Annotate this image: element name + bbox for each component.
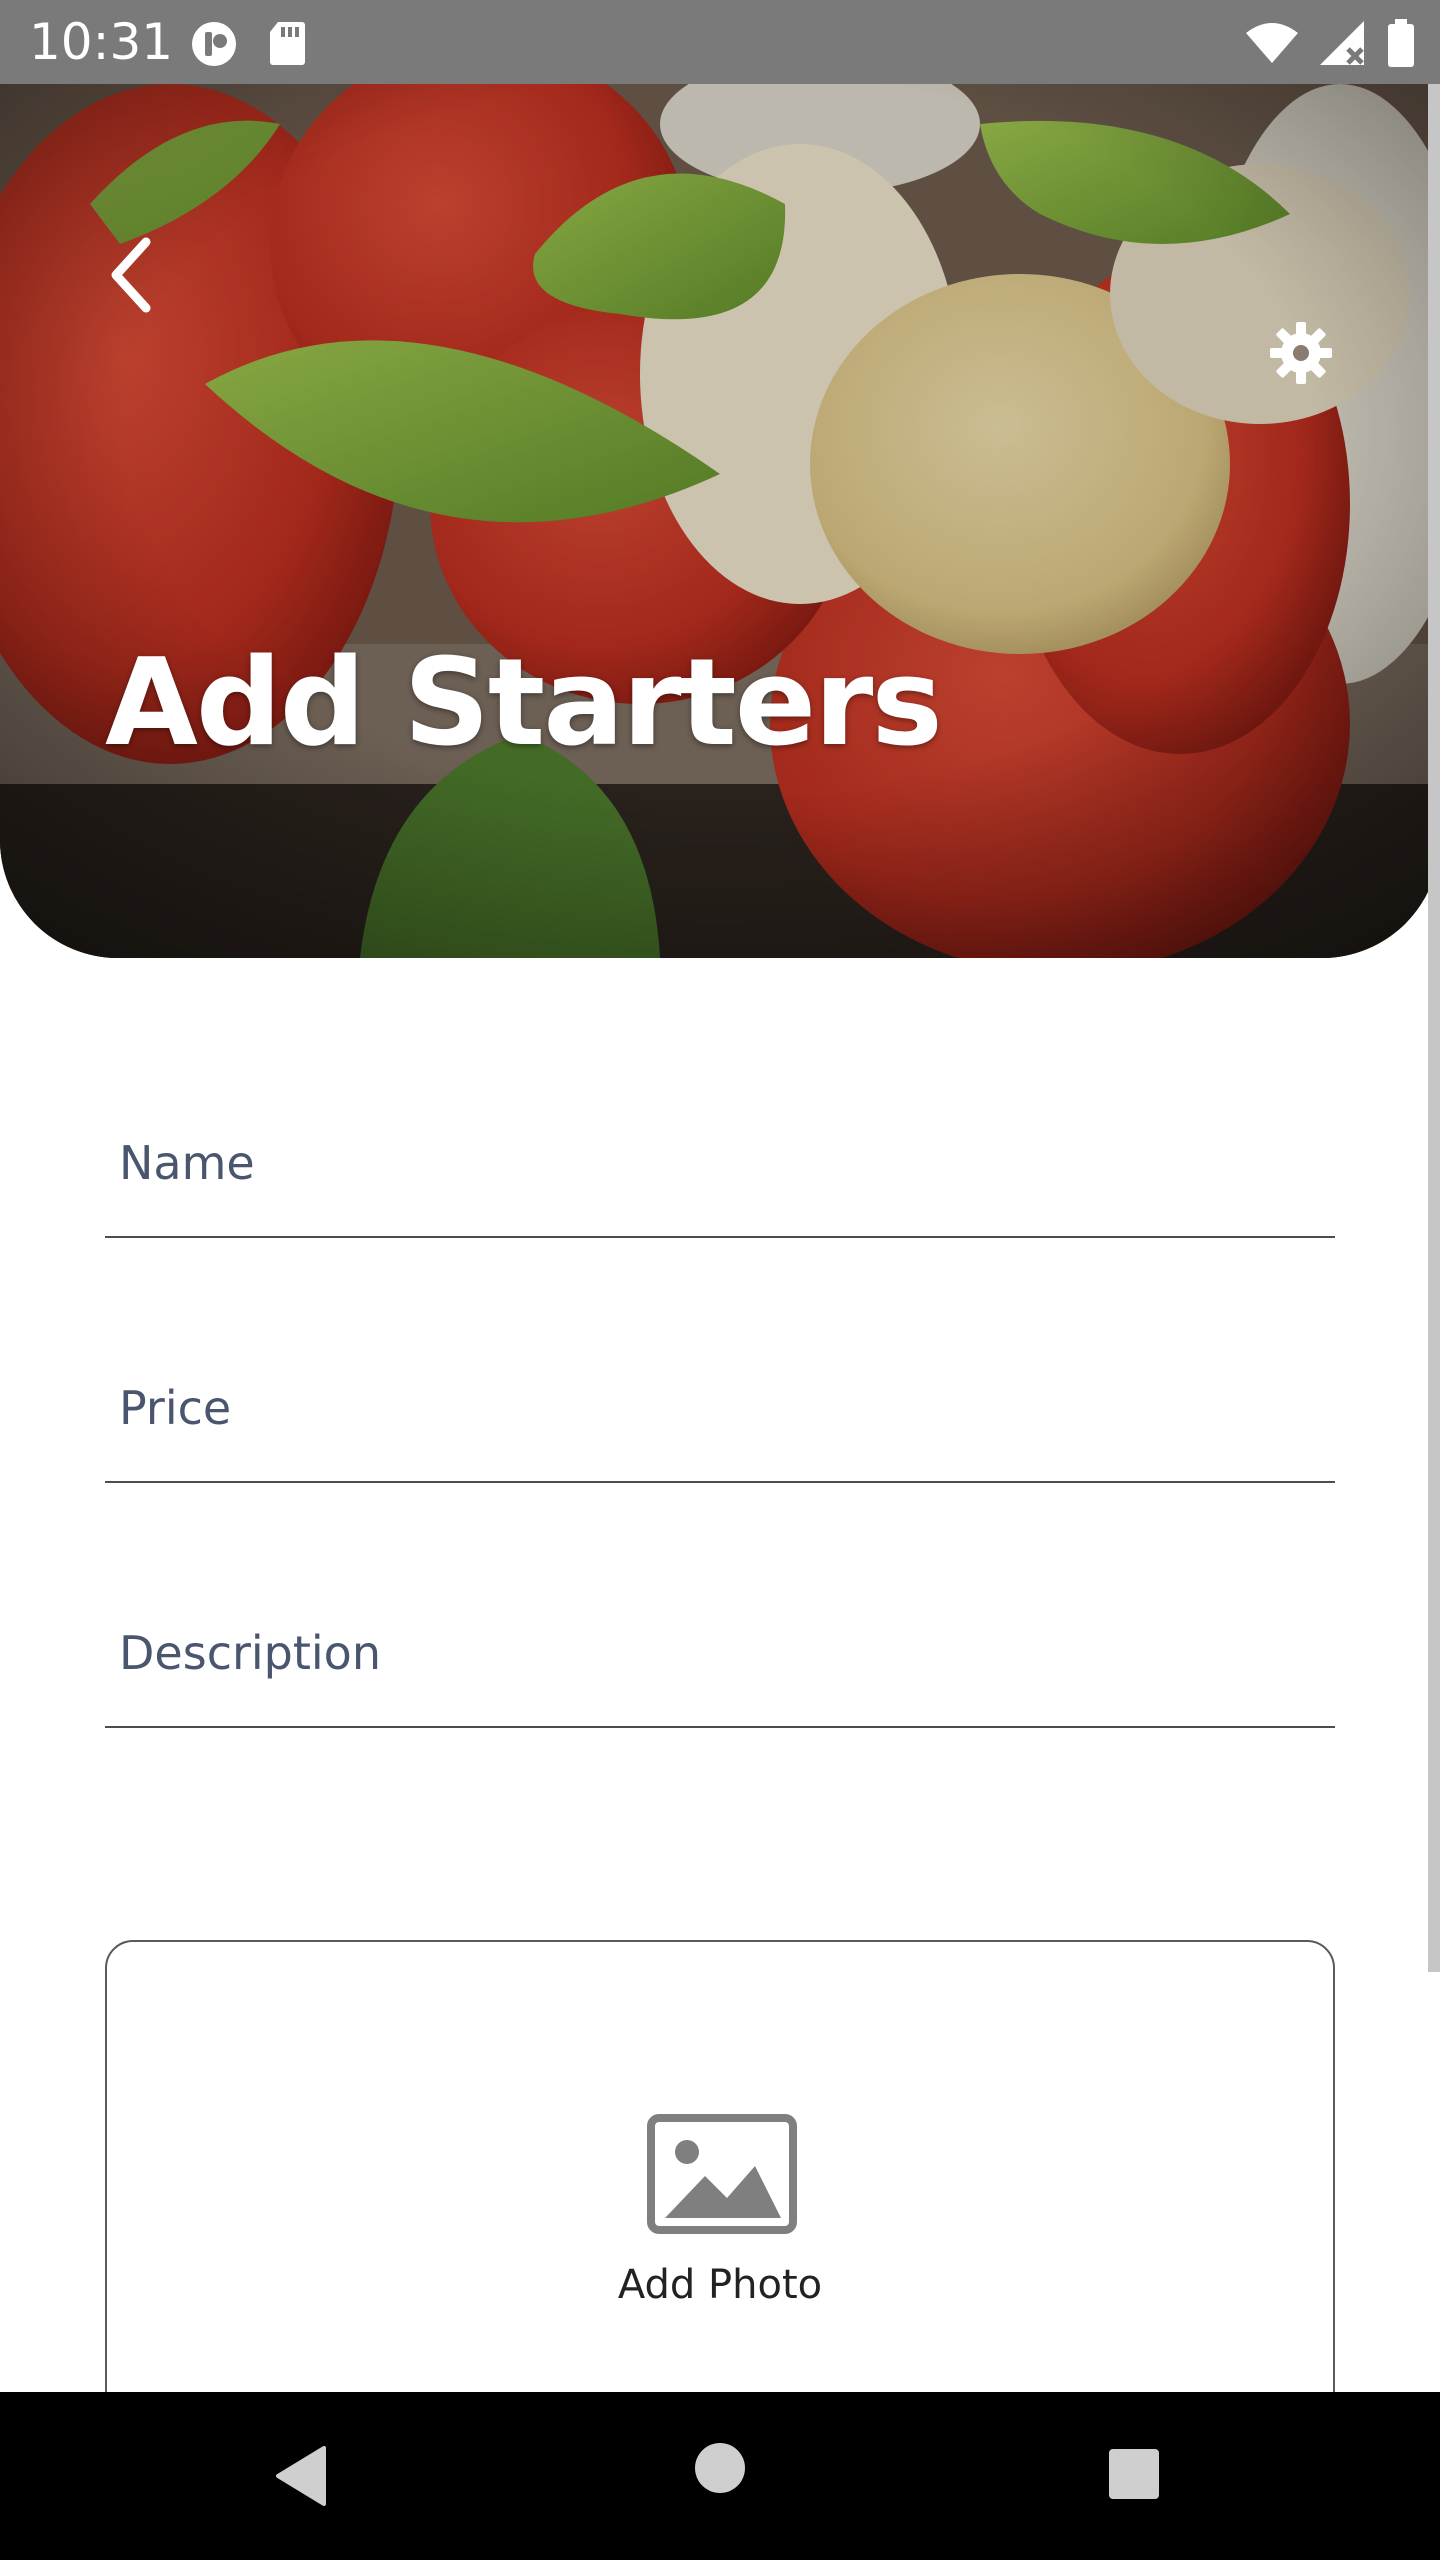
chevron-left-icon: [111, 237, 151, 313]
description-field-container: [105, 1598, 1335, 1728]
price-field-container: [105, 1353, 1335, 1483]
description-input[interactable]: [119, 1618, 1319, 1688]
wifi-icon: [1246, 23, 1298, 63]
image-icon: [647, 2114, 797, 2234]
settings-button[interactable]: [1268, 320, 1334, 386]
signal-icon: [1320, 21, 1364, 65]
status-left-icons: [188, 20, 306, 68]
name-input[interactable]: [119, 1128, 1319, 1198]
gear-icon: [1270, 322, 1332, 384]
hero-food-image: [0, 84, 1440, 958]
header-hero: Add Starters: [0, 84, 1440, 958]
battery-icon: [1388, 19, 1414, 67]
back-button[interactable]: [96, 220, 176, 330]
nav-back-button[interactable]: [272, 2444, 332, 2508]
status-time: 10:31: [29, 13, 174, 71]
price-input[interactable]: [119, 1373, 1319, 1443]
nav-home-button[interactable]: [694, 2442, 746, 2494]
navigation-bar: [0, 2392, 1440, 2560]
status-bar: 10:31: [0, 0, 1440, 84]
recents-square-icon: [1109, 2449, 1159, 2499]
name-field-container: [105, 1108, 1335, 1238]
back-triangle-icon: [276, 2446, 326, 2506]
nav-recents-button[interactable]: [1108, 2448, 1160, 2500]
scrollbar[interactable]: [1428, 84, 1440, 1972]
sd-card-icon: [270, 22, 305, 65]
page-title: Add Starters: [105, 634, 943, 773]
add-photo-label: Add Photo: [617, 2262, 823, 2308]
status-right-icons: [1244, 18, 1416, 68]
home-circle-icon: [695, 2443, 745, 2493]
screen: 10:31 Add Starters Name Price Descriptio…: [0, 0, 1440, 2560]
vpn-key-icon: [192, 22, 236, 66]
